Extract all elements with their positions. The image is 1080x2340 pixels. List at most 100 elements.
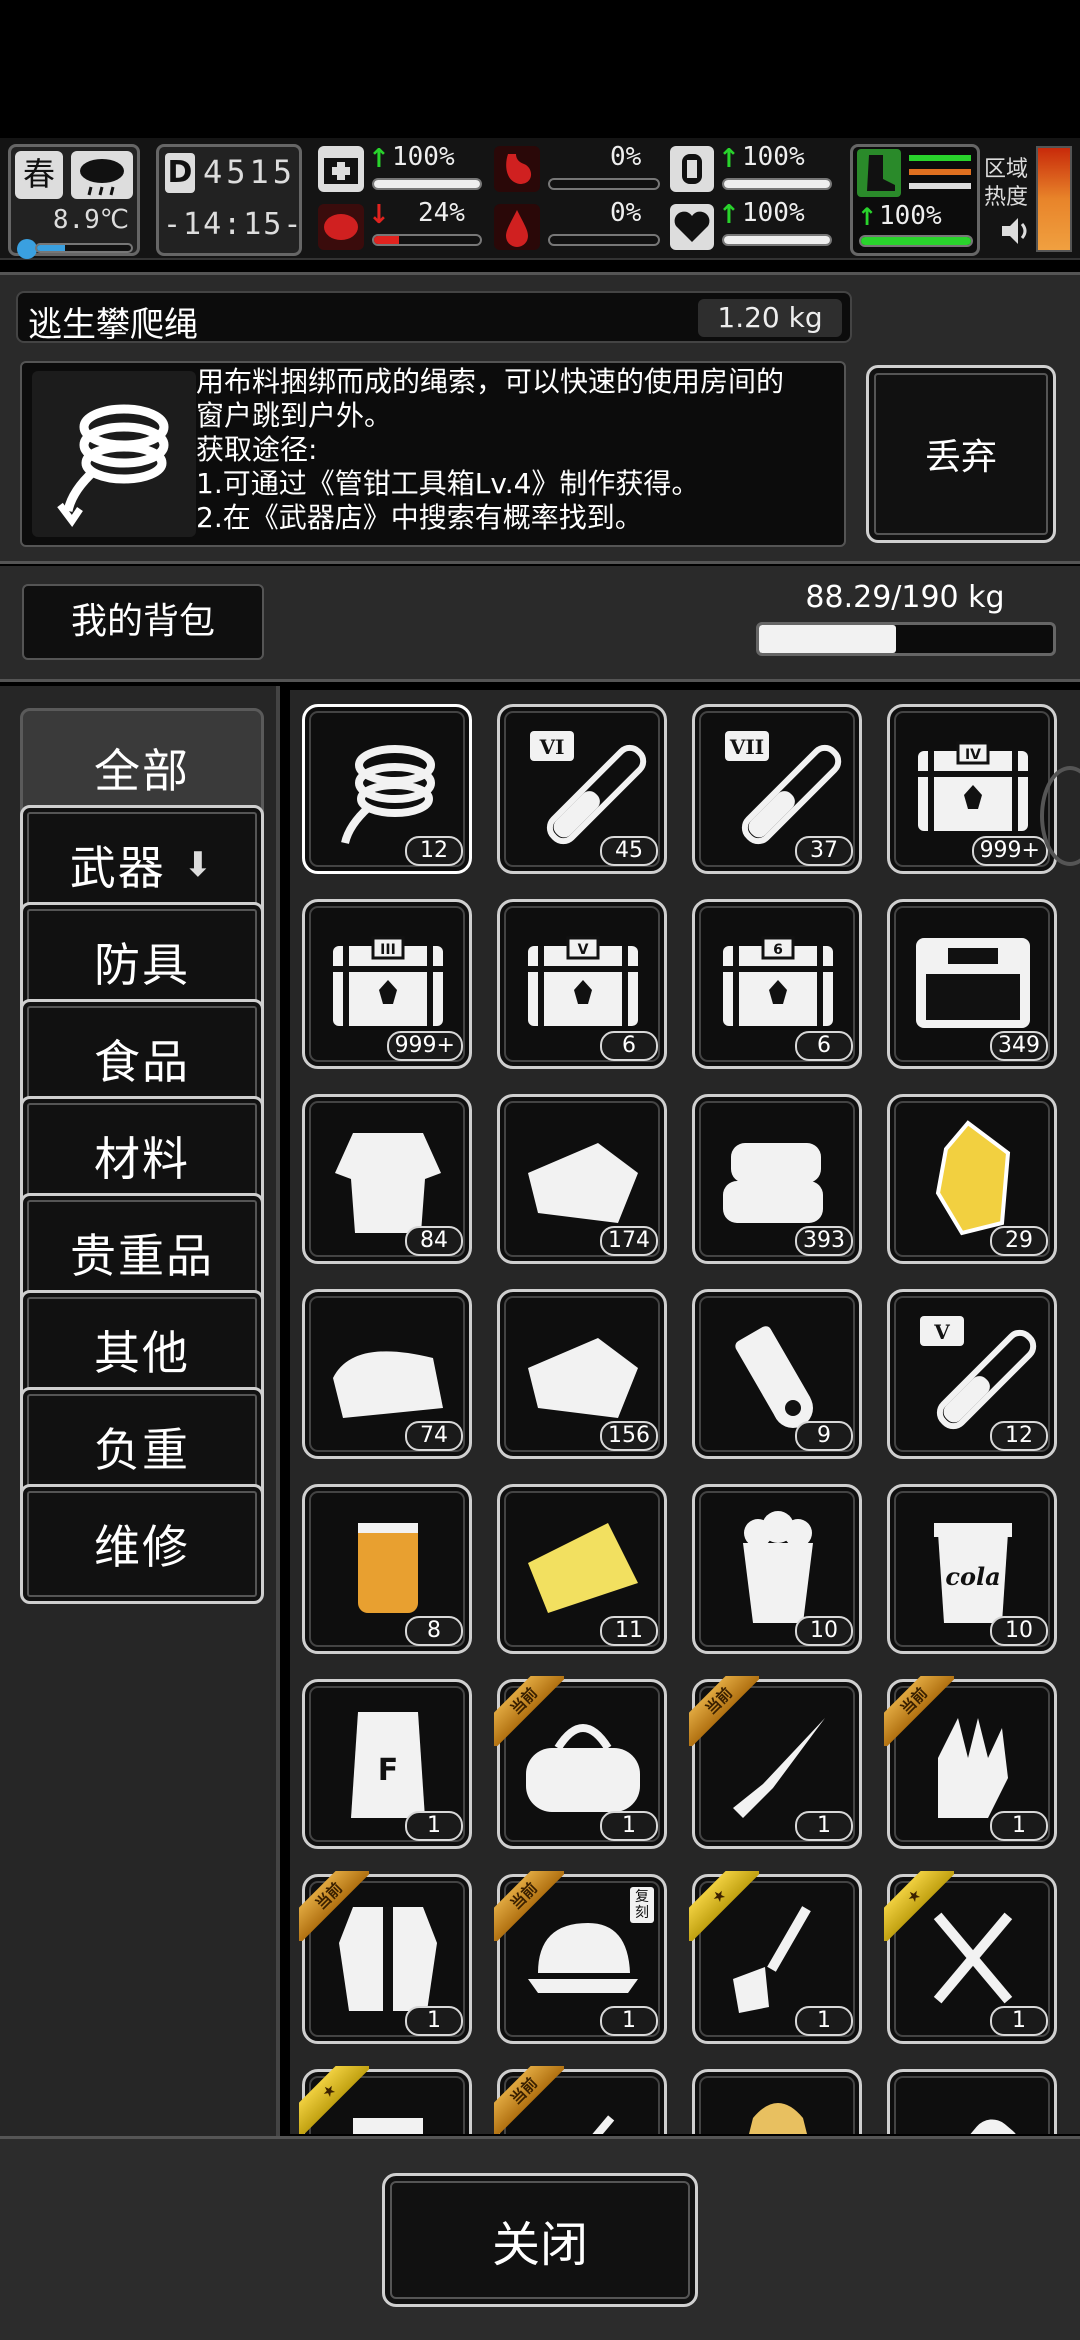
- category-label: 食品: [94, 1035, 190, 1089]
- inventory-slot[interactable]: V 12: [887, 1289, 1057, 1459]
- category-label: 负重: [94, 1423, 190, 1477]
- replica-badge: 复刻: [630, 1887, 654, 1923]
- inventory-slot[interactable]: [887, 2069, 1057, 2134]
- rain-cloud-icon: [71, 151, 133, 199]
- svg-text:F: F: [378, 1753, 399, 1788]
- thirst-percent: 0%: [610, 198, 642, 228]
- item-count: 1: [990, 1811, 1048, 1841]
- boot-icon: [857, 149, 901, 197]
- item-description: 用布料捆绑而成的绳索，可以快速的使用房间的 窗户跳到户外。 获取途径: 1.可通…: [196, 365, 784, 535]
- medkit-icon: [318, 146, 364, 192]
- item-count: 10: [990, 1616, 1048, 1646]
- inventory-slot[interactable]: [692, 2069, 862, 2134]
- item-count: 174: [600, 1226, 658, 1256]
- category-button[interactable]: 维修: [20, 1484, 264, 1604]
- body-status-panel: ↑ 100%: [850, 144, 980, 256]
- inventory-slot[interactable]: 12: [302, 704, 472, 874]
- inventory-slot[interactable]: 393: [692, 1094, 862, 1264]
- inventory-slot[interactable]: ★: [299, 2066, 472, 2134]
- equipped-tag: 当前: [884, 1676, 954, 1746]
- time-panel: D 4515 -14:15-: [156, 144, 302, 256]
- mood-up-arrow: ↑: [718, 200, 740, 230]
- item-count: 84: [405, 1226, 463, 1256]
- inventory-slot[interactable]: 29: [887, 1094, 1057, 1264]
- region-heat-meter: [1036, 146, 1072, 252]
- inventory-slot[interactable]: 当前 复刻 1: [494, 1871, 667, 2044]
- inventory-slot[interactable]: 10: [692, 1484, 862, 1654]
- item-count: 1: [405, 1811, 463, 1841]
- item-count: 37: [795, 836, 853, 866]
- legs-percent: 100%: [879, 201, 942, 231]
- inventory-slot[interactable]: 当前 1: [689, 1676, 862, 1849]
- item-count: 6: [795, 1031, 853, 1061]
- item-count: 1: [795, 1811, 853, 1841]
- bag-weight-fill: [759, 625, 896, 653]
- item-count: 999+: [386, 1031, 463, 1061]
- svg-text:6: 6: [773, 942, 783, 958]
- item-count: 156: [600, 1421, 658, 1451]
- tag-label: 当前: [494, 1676, 564, 1746]
- inventory-slot[interactable]: 当前 1: [494, 1676, 667, 1849]
- inventory-slot[interactable]: VI 45: [497, 704, 667, 874]
- stamina-bar: [722, 178, 832, 190]
- legs-status-line-3: [909, 183, 971, 189]
- item-count: 1: [405, 2006, 463, 2036]
- inventory-slot[interactable]: V6: [497, 899, 667, 1069]
- inventory-slot[interactable]: 156: [497, 1289, 667, 1459]
- inventory-slot[interactable]: 当前 1: [299, 1871, 472, 2044]
- inventory-slot[interactable]: cola 10: [887, 1484, 1057, 1654]
- item-count: 1: [600, 2006, 658, 2036]
- bag-title: 我的背包: [22, 584, 264, 660]
- favorite-tag: ★: [689, 1871, 759, 1941]
- favorite-tag: ★: [884, 1871, 954, 1941]
- clock: -14:15-: [163, 207, 304, 242]
- category-sidebar: 全部 武器 ⬇ 防具 食品 材料 贵重品 其他 负重 维修: [0, 686, 280, 2136]
- mental-bar: [372, 234, 482, 246]
- svg-text:V: V: [933, 1320, 950, 1344]
- weather-panel: 春 8.9℃: [8, 144, 140, 259]
- inventory-slot[interactable]: VII 37: [692, 704, 862, 874]
- lantern-icon: [670, 146, 714, 192]
- inventory-screen: { "hud": { "season": "春", "temperature":…: [0, 0, 1080, 2340]
- item-info-box: 用布料捆绑而成的绳索，可以快速的使用房间的 窗户跳到户外。 获取途径: 1.可通…: [20, 361, 846, 547]
- inventory-slot[interactable]: 11: [497, 1484, 667, 1654]
- item-count: 11: [600, 1616, 658, 1646]
- inventory-slot[interactable]: 66: [692, 899, 862, 1069]
- item-count: 12: [990, 1421, 1048, 1451]
- health-percent: 100%: [392, 142, 455, 172]
- item-count: 12: [405, 836, 463, 866]
- svg-text:VI: VI: [539, 735, 565, 759]
- svg-text:IV: IV: [965, 747, 981, 763]
- inventory-slot[interactable]: 当前 1: [884, 1676, 1057, 1849]
- inventory-slot[interactable]: IV 999+: [887, 704, 1057, 874]
- inventory-slot[interactable]: 当前: [494, 2066, 667, 2134]
- discard-button[interactable]: 丢弃: [866, 365, 1056, 543]
- hunger-bar: [548, 178, 660, 190]
- legs-status-line-2: [909, 169, 971, 175]
- favorite-tag: ★: [299, 2066, 369, 2134]
- hunger-percent: 0%: [610, 142, 642, 172]
- inventory-slot[interactable]: 84: [302, 1094, 472, 1264]
- inventory-slot[interactable]: F1: [302, 1679, 472, 1849]
- inventory-slot[interactable]: 8: [302, 1484, 472, 1654]
- stamina-up-arrow: ↑: [718, 144, 740, 174]
- category-label: 全部: [94, 744, 190, 798]
- tube-partial-icon: [898, 2078, 1048, 2134]
- speaker-icon[interactable]: [1000, 214, 1030, 248]
- inventory-slot[interactable]: 74: [302, 1289, 472, 1459]
- inventory-slot[interactable]: 9: [692, 1289, 862, 1459]
- equipped-tag: 当前: [494, 1676, 564, 1746]
- item-description-line: 用布料捆绑而成的绳索，可以快速的使用房间的: [196, 365, 785, 398]
- item-header: 逃生攀爬绳 1.20 kg: [16, 291, 852, 345]
- inventory-slot[interactable]: ★ 1: [884, 1871, 1057, 2044]
- mood-percent: 100%: [742, 198, 805, 228]
- inventory-slot[interactable]: ★ 1: [689, 1871, 862, 2044]
- item-count: 45: [600, 836, 658, 866]
- item-count: 29: [990, 1226, 1048, 1256]
- close-button[interactable]: 关闭: [382, 2173, 698, 2307]
- inventory-slot[interactable]: III 999+: [302, 899, 472, 1069]
- inventory-slot[interactable]: 174: [497, 1094, 667, 1264]
- bag-weight-text: 88.29/190 kg: [805, 580, 1005, 615]
- equipped-tag: 当前: [494, 1871, 564, 1941]
- inventory-slot[interactable]: 349: [887, 899, 1057, 1069]
